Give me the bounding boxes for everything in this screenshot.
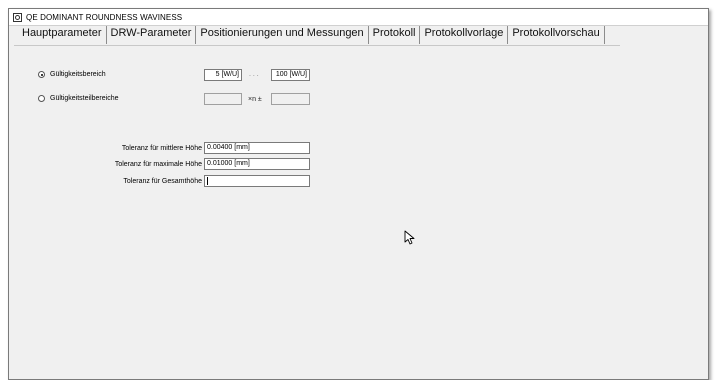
partial-range-radio-label: Gültigkeitsteilbereiche	[50, 95, 119, 102]
title-bar: QE DOMINANT ROUNDNESS WAVINESS	[9, 9, 708, 26]
range-to-field[interactable]: 100 [W/U]	[271, 69, 310, 81]
partial-range-value-a-field[interactable]	[204, 93, 242, 105]
tab-drw-parameter[interactable]: DRW-Parameter	[106, 26, 197, 44]
total-height-tolerance-label: Toleranz für Gesamthöhe	[123, 178, 202, 185]
tab-bar: Hauptparameter DRW-Parameter Positionier…	[18, 26, 605, 44]
app-icon[interactable]	[13, 12, 22, 22]
max-height-tolerance-field[interactable]: 0.01000 [mm]	[204, 158, 310, 170]
tab-hauptparameter[interactable]: Hauptparameter	[18, 26, 107, 44]
range-from-field[interactable]: 5 [W/U]	[204, 69, 242, 81]
range-radio-label: Gültigkeitsbereich	[50, 71, 106, 78]
tab-protokoll[interactable]: Protokoll	[369, 26, 421, 44]
range-radio-row[interactable]: Gültigkeitsbereich	[38, 71, 106, 78]
tab-protokollvorlage[interactable]: Protokollvorlage	[420, 26, 509, 44]
window-title: QE DOMINANT ROUNDNESS WAVINESS	[26, 12, 183, 22]
partial-range-radio-button[interactable]	[38, 95, 45, 102]
max-height-tolerance-label: Toleranz für maximale Höhe	[114, 161, 202, 168]
mouse-pointer-icon	[404, 230, 415, 245]
total-height-tolerance-field[interactable]	[204, 175, 310, 187]
tab-protokollvorschau[interactable]: Protokollvorschau	[508, 26, 605, 44]
main-window: QE DOMINANT ROUNDNESS WAVINESS	[8, 8, 709, 380]
multiplier-label: ×n ±	[248, 96, 262, 103]
partial-range-value-b-field[interactable]	[271, 93, 310, 105]
mean-height-tolerance-label: Toleranz für mittlere Höhe	[121, 145, 202, 152]
tab-strip-divider	[14, 45, 620, 46]
partial-range-radio-row[interactable]: Gültigkeitsteilbereiche	[38, 95, 118, 102]
text-caret	[207, 177, 208, 185]
tab-positionierungen[interactable]: Positionierungen und Messungen	[196, 26, 369, 44]
mean-height-tolerance-field[interactable]: 0.00400 [mm]	[204, 142, 310, 154]
range-radio-button[interactable]	[38, 71, 45, 78]
range-separator: . . .	[249, 71, 259, 78]
